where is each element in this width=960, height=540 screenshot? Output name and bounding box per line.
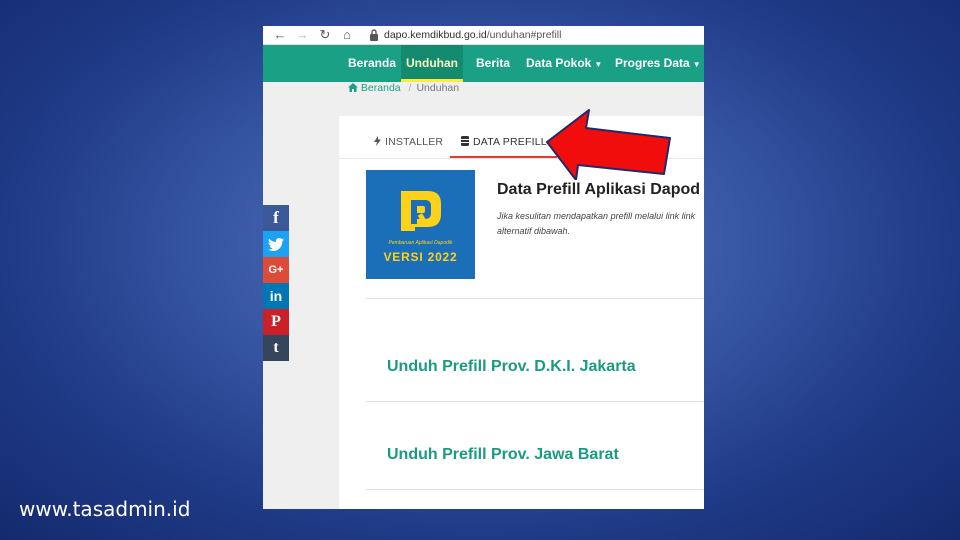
browser-screenshot: ← → ↻ ⌂ dapo.kemdikbud.go.id/unduhan#pre… xyxy=(263,26,704,509)
home-icon[interactable]: ⌂ xyxy=(338,26,356,45)
main-navbar: Beranda Unduhan Berita Data Pokok ▼ Progr… xyxy=(263,45,704,82)
forward-arrow-icon[interactable]: → xyxy=(293,26,311,45)
lock-icon xyxy=(370,29,378,41)
nav-progres-data[interactable]: Progres Data ▼ xyxy=(615,45,701,82)
nav-beranda[interactable]: Beranda xyxy=(348,45,396,82)
database-icon xyxy=(461,136,469,146)
red-arrow-icon xyxy=(546,109,671,180)
tab-installer-label: INSTALLER xyxy=(385,136,444,148)
pinterest-icon[interactable]: P xyxy=(263,309,289,335)
facebook-icon[interactable]: f xyxy=(263,205,289,231)
social-share-bar: f G+ in P t xyxy=(263,205,289,361)
watermark-text: www.tasadmin.id xyxy=(19,497,191,521)
breadcrumb-home-label: Beranda xyxy=(360,82,401,94)
download-link-jakarta[interactable]: Unduh Prefill Prov. D.K.I. Jakarta xyxy=(387,358,636,376)
breadcrumb-home[interactable]: Beranda xyxy=(348,82,404,94)
lightning-icon xyxy=(374,136,381,146)
dapodik-logo: Pembaruan Aplikasi Dapodik VERSI 2022 xyxy=(366,170,475,279)
nav-berita[interactable]: Berita xyxy=(476,45,510,82)
breadcrumb: Beranda / Unduhan xyxy=(348,82,459,96)
nav-unduhan[interactable]: Unduhan xyxy=(401,45,463,82)
nav-data-pokok-label: Data Pokok xyxy=(526,56,592,70)
home-icon xyxy=(348,83,358,92)
back-arrow-icon[interactable]: ← xyxy=(271,26,289,45)
caret-down-icon: ▼ xyxy=(594,60,603,69)
nav-data-pokok[interactable]: Data Pokok ▼ xyxy=(526,45,602,82)
url-text[interactable]: dapo.kemdikbud.go.id/unduhan#prefill xyxy=(384,27,561,43)
twitter-bird-glyph xyxy=(268,237,284,251)
nav-progres-data-label: Progres Data xyxy=(615,56,690,70)
breadcrumb-separator: / xyxy=(408,82,412,94)
tab-data-prefill-label: DATA PREFILL xyxy=(473,136,547,148)
caret-down-icon: ▼ xyxy=(692,60,701,69)
page-description: Jika kesulitan mendapatkan prefill melal… xyxy=(497,211,696,236)
divider xyxy=(366,489,704,490)
divider xyxy=(366,401,704,402)
breadcrumb-current: Unduhan xyxy=(416,82,460,94)
logo-subtitle: Pembaruan Aplikasi Dapodik xyxy=(388,240,453,246)
page-title: Data Prefill Aplikasi Dapod xyxy=(497,181,701,198)
address-bar: ← → ↻ ⌂ dapo.kemdikbud.go.id/unduhan#pre… xyxy=(263,26,704,45)
twitter-icon[interactable] xyxy=(263,231,289,257)
reload-icon[interactable]: ↻ xyxy=(316,26,334,45)
tumblr-icon[interactable]: t xyxy=(263,335,289,361)
dapodik-logo-mark xyxy=(401,191,441,231)
tab-installer[interactable]: INSTALLER xyxy=(374,125,443,159)
linkedin-icon[interactable]: in xyxy=(263,283,289,309)
logo-version: VERSI 2022 xyxy=(383,250,458,264)
download-link-jawa-barat[interactable]: Unduh Prefill Prov. Jawa Barat xyxy=(387,446,619,464)
tab-data-prefill[interactable]: DATA PREFILL xyxy=(450,125,557,159)
divider xyxy=(366,298,704,299)
google-plus-icon[interactable]: G+ xyxy=(263,257,289,283)
